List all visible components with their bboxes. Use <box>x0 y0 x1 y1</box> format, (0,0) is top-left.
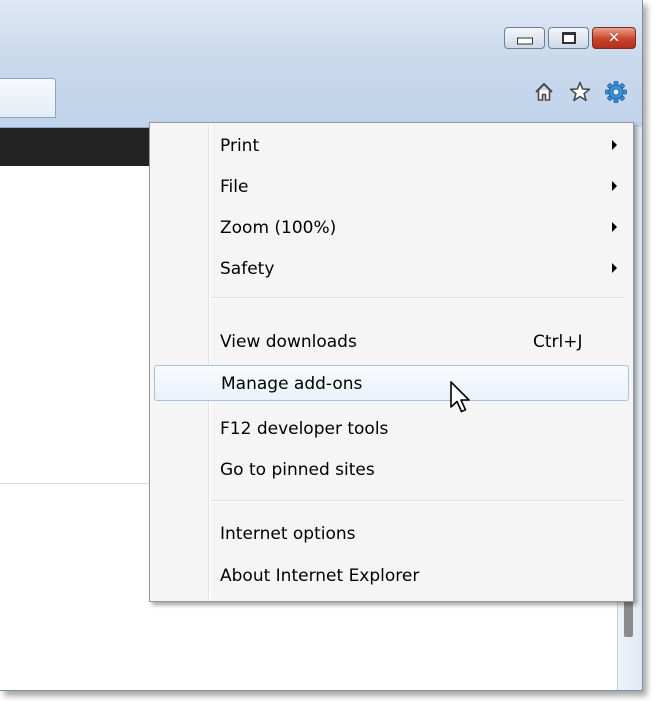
menu-item-view-downloads[interactable]: View downloads Ctrl+J <box>154 324 629 360</box>
maximize-button[interactable] <box>548 27 589 49</box>
close-icon: ✕ <box>607 28 621 47</box>
submenu-arrow-icon <box>612 140 617 150</box>
menu-item-print[interactable]: Print <box>154 128 629 164</box>
minimize-button[interactable] <box>504 27 545 49</box>
menu-item-label: About Internet Explorer <box>220 566 420 586</box>
menu-item-about-internet-explorer[interactable]: About Internet Explorer <box>154 558 629 594</box>
tools-menu: Print File Zoom (100%) Safety View downl… <box>149 122 634 602</box>
menu-item-label: Go to pinned sites <box>220 460 375 480</box>
minimize-icon <box>516 37 533 45</box>
menu-item-label: File <box>220 177 249 197</box>
maximize-icon <box>561 32 576 44</box>
menu-item-label: Zoom (100%) <box>220 218 337 238</box>
close-button[interactable]: ✕ <box>592 27 636 49</box>
mouse-pointer-icon <box>450 381 470 413</box>
menu-item-label: View downloads <box>220 332 357 352</box>
menu-item-zoom[interactable]: Zoom (100%) <box>154 210 629 246</box>
favorites-star-icon <box>569 81 591 102</box>
submenu-arrow-icon <box>612 263 617 273</box>
menu-item-safety[interactable]: Safety <box>154 251 629 287</box>
submenu-arrow-icon <box>612 222 617 232</box>
menu-item-label: F12 developer tools <box>220 419 389 439</box>
browser-tab[interactable] <box>0 78 56 118</box>
tools-gear-icon <box>605 81 627 103</box>
home-button[interactable] <box>532 80 556 104</box>
menu-item-label: Print <box>220 136 260 156</box>
home-icon <box>535 82 553 101</box>
menu-item-label: Internet options <box>220 524 356 544</box>
menu-item-manage-add-ons[interactable]: Manage add-ons <box>154 365 629 401</box>
menu-separator <box>212 297 626 299</box>
favorites-button[interactable] <box>568 80 592 104</box>
menu-item-label: Manage add-ons <box>221 374 363 394</box>
tools-button[interactable] <box>604 80 628 104</box>
command-bar <box>532 80 628 104</box>
menu-item-shortcut: Ctrl+J <box>533 332 583 352</box>
menu-item-internet-options[interactable]: Internet options <box>154 516 629 552</box>
menu-item-go-to-pinned-sites[interactable]: Go to pinned sites <box>154 452 629 488</box>
menu-separator <box>212 500 626 502</box>
menu-item-label: Safety <box>220 259 275 279</box>
submenu-arrow-icon <box>612 181 617 191</box>
window-controls: ✕ <box>504 27 636 49</box>
menu-item-file[interactable]: File <box>154 169 629 205</box>
menu-item-f12-developer-tools[interactable]: F12 developer tools <box>154 411 629 447</box>
